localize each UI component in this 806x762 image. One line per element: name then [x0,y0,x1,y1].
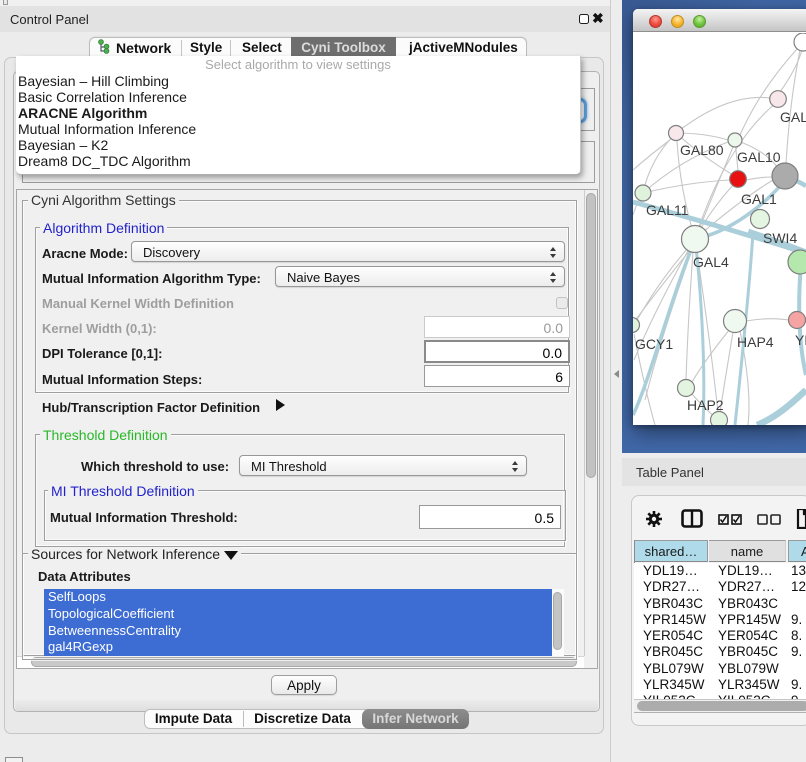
svg-text:GAL1: GAL1 [741,191,777,207]
svg-text:HAP2: HAP2 [687,397,724,413]
svg-text:GAL80: GAL80 [680,142,724,158]
svg-text:HAP4: HAP4 [737,334,774,350]
svg-text:GAL4: GAL4 [693,254,729,270]
svg-text:SWI4: SWI4 [763,230,797,246]
svg-text:YE: YE [795,332,806,348]
svg-text:GAL7: GAL7 [780,109,806,125]
svg-text:GCY1: GCY1 [635,336,673,352]
svg-text:GAL11: GAL11 [646,202,689,218]
svg-text:GAL10: GAL10 [737,149,781,165]
